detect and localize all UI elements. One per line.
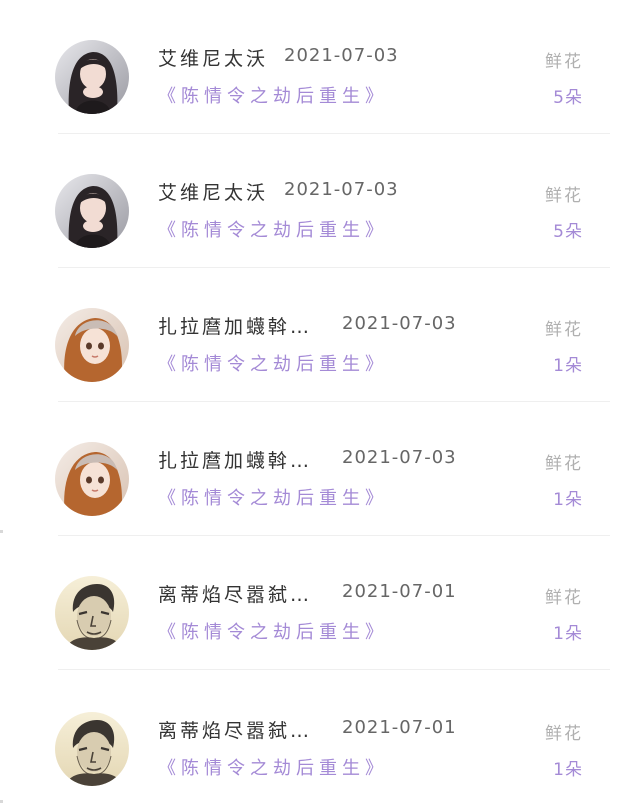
edge-mark <box>0 800 3 803</box>
doll-portrait-avatar-icon[interactable] <box>55 308 129 382</box>
gift-count: 1朵 <box>553 624 583 644</box>
drama-title-link[interactable]: 《陈情令之劫后重生》 <box>158 82 388 108</box>
gift-count: 5朵 <box>553 88 583 108</box>
woman-portrait-avatar-icon[interactable] <box>55 40 129 114</box>
gift-type-label: 鲜花 <box>545 724 583 744</box>
sketch-man-avatar-icon[interactable] <box>55 576 129 650</box>
user-name: 艾维尼太沃 <box>158 48 269 70</box>
drama-title-link[interactable]: 《陈情令之劫后重生》 <box>158 754 388 780</box>
gift-type-label: 鲜花 <box>545 186 583 206</box>
gift-record-row[interactable]: 扎拉麿加蠛斡… 2021-07-03 《陈情令之劫后重生》 鲜花 1朵 <box>0 268 640 402</box>
gift-record-row[interactable]: 离蒂焰尽嚣弑… 2021-07-01 《陈情令之劫后重生》 鲜花 1朵 <box>0 536 640 670</box>
gift-date: 2021-07-01 <box>342 717 457 738</box>
woman-portrait-avatar-icon[interactable] <box>55 174 129 248</box>
gift-date: 2021-07-03 <box>342 313 457 334</box>
gift-type-label: 鲜花 <box>545 320 583 340</box>
gift-record-row[interactable]: 离蒂焰尽嚣弑… 2021-07-01 《陈情令之劫后重生》 鲜花 1朵 <box>0 672 640 806</box>
user-name: 离蒂焰尽嚣弑… <box>158 720 313 742</box>
gift-date: 2021-07-03 <box>284 45 399 66</box>
gift-type-label: 鲜花 <box>545 52 583 72</box>
gift-date: 2021-07-03 <box>284 179 399 200</box>
flower-gift-record-list: 艾维尼太沃 2021-07-03 《陈情令之劫后重生》 鲜花 5朵 艾维尼太沃 … <box>0 0 640 808</box>
sketch-man-avatar-icon[interactable] <box>55 712 129 786</box>
gift-date: 2021-07-01 <box>342 581 457 602</box>
gift-type-label: 鲜花 <box>545 588 583 608</box>
user-name: 艾维尼太沃 <box>158 182 269 204</box>
doll-portrait-avatar-icon[interactable] <box>55 442 129 516</box>
gift-date: 2021-07-03 <box>342 447 457 468</box>
user-name: 扎拉麿加蠛斡… <box>158 450 313 472</box>
drama-title-link[interactable]: 《陈情令之劫后重生》 <box>158 618 388 644</box>
drama-title-link[interactable]: 《陈情令之劫后重生》 <box>158 484 388 510</box>
row-divider <box>58 669 610 670</box>
drama-title-link[interactable]: 《陈情令之劫后重生》 <box>158 350 388 376</box>
gift-count: 1朵 <box>553 356 583 376</box>
gift-record-row[interactable]: 艾维尼太沃 2021-07-03 《陈情令之劫后重生》 鲜花 5朵 <box>0 0 640 134</box>
gift-count: 1朵 <box>553 760 583 780</box>
user-name: 离蒂焰尽嚣弑… <box>158 584 313 606</box>
user-name: 扎拉麿加蠛斡… <box>158 316 313 338</box>
gift-record-row[interactable]: 扎拉麿加蠛斡… 2021-07-03 《陈情令之劫后重生》 鲜花 1朵 <box>0 402 640 536</box>
edge-mark <box>0 530 3 533</box>
gift-count: 1朵 <box>553 490 583 510</box>
drama-title-link[interactable]: 《陈情令之劫后重生》 <box>158 216 388 242</box>
gift-record-row[interactable]: 艾维尼太沃 2021-07-03 《陈情令之劫后重生》 鲜花 5朵 <box>0 134 640 268</box>
gift-count: 5朵 <box>553 222 583 242</box>
gift-type-label: 鲜花 <box>545 454 583 474</box>
